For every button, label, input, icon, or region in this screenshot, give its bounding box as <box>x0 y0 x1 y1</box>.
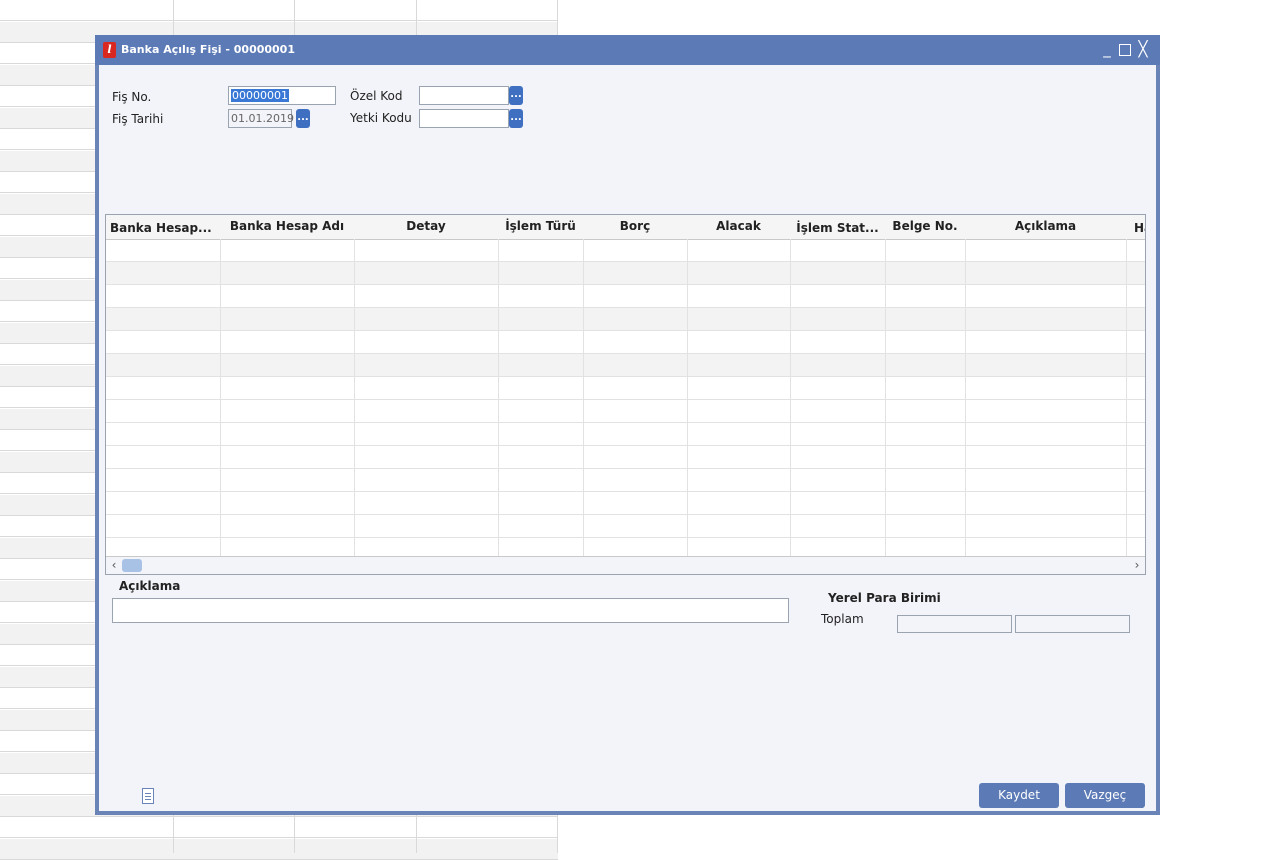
ozel-kod-field[interactable] <box>419 86 509 105</box>
close-button[interactable]: ╳ <box>1134 40 1152 58</box>
background-row <box>0 0 558 21</box>
column-header-borc[interactable]: Borç <box>583 215 687 239</box>
table-row[interactable] <box>106 331 1145 354</box>
table-row[interactable] <box>106 262 1145 285</box>
table-row[interactable] <box>106 446 1145 469</box>
document-icon[interactable] <box>142 788 154 804</box>
window-title: Banka Açılış Fişi - 00000001 <box>121 43 295 56</box>
scroll-thumb[interactable] <box>122 559 142 572</box>
fis-tarihi-field[interactable]: 01.01.2019 <box>228 109 294 128</box>
table-row[interactable] <box>106 377 1145 400</box>
grid-column-divider <box>220 239 221 574</box>
table-row[interactable] <box>106 469 1145 492</box>
background-row <box>0 838 558 860</box>
table-row[interactable] <box>106 354 1145 377</box>
column-header-banka-hesap-kodu[interactable]: Banka Hesap... <box>106 217 220 241</box>
window-titlebar[interactable]: l Banka Açılış Fişi - 00000001 _ ╳ <box>95 35 1160 65</box>
column-header-belge-no[interactable]: Belge No. <box>885 215 965 239</box>
column-header-hareket[interactable]: Ha <box>1126 217 1145 241</box>
table-row[interactable] <box>106 492 1145 515</box>
grid-header: Banka Hesap... Banka Hesap Adı Detay İşl… <box>106 215 1145 241</box>
grid-column-divider <box>687 239 688 574</box>
column-header-detay[interactable]: Detay <box>354 215 498 239</box>
aciklama-field[interactable] <box>112 598 789 623</box>
column-header-banka-hesap-adi[interactable]: Banka Hesap Adı <box>220 215 354 239</box>
table-row[interactable] <box>106 515 1145 538</box>
yetki-kodu-lookup-button[interactable]: ... <box>509 109 523 128</box>
yetki-kodu-field[interactable] <box>419 109 509 128</box>
yerel-para-birimi-heading: Yerel Para Birimi <box>828 591 941 605</box>
toplam-borc-field <box>897 615 1012 633</box>
fis-tarihi-lookup-button[interactable]: ... <box>296 109 310 128</box>
maximize-button[interactable] <box>1116 40 1134 58</box>
column-header-islem-statusu[interactable]: İşlem Stat... <box>790 217 885 241</box>
grid-column-divider <box>965 239 966 574</box>
grid-column-divider <box>790 239 791 574</box>
banka-acilis-fisi-window: l Banka Açılış Fişi - 00000001 _ ╳ Fiş N… <box>95 35 1160 815</box>
fis-no-field[interactable]: 00000001 <box>228 86 336 105</box>
column-header-aciklama[interactable]: Açıklama <box>965 215 1126 239</box>
grid-horizontal-scrollbar[interactable]: ‹ › <box>106 556 1145 574</box>
column-header-alacak[interactable]: Alacak <box>687 215 790 239</box>
toplam-label: Toplam <box>821 612 864 626</box>
fis-tarihi-label: Fiş Tarihi <box>112 112 164 126</box>
yetki-kodu-label: Yetki Kodu <box>350 111 412 125</box>
fis-no-value: 00000001 <box>231 89 289 102</box>
cancel-button[interactable]: Vazgeç <box>1065 783 1145 808</box>
grid-column-divider <box>885 239 886 574</box>
grid-column-divider <box>354 239 355 574</box>
table-row[interactable] <box>106 400 1145 423</box>
table-row[interactable] <box>106 308 1145 331</box>
scroll-left-icon[interactable]: ‹ <box>107 558 121 573</box>
minimize-button[interactable]: _ <box>1098 40 1116 58</box>
background-row <box>0 817 558 838</box>
scroll-right-icon[interactable]: › <box>1130 558 1144 573</box>
toplam-alacak-field <box>1015 615 1130 633</box>
grid-column-divider <box>498 239 499 574</box>
app-logo-icon: l <box>103 42 116 58</box>
grid-body[interactable] <box>106 239 1145 574</box>
aciklama-label: Açıklama <box>119 579 181 593</box>
column-header-islem-turu[interactable]: İşlem Türü <box>498 215 583 239</box>
grid-column-divider <box>1126 239 1127 574</box>
fis-no-label: Fiş No. <box>112 90 152 104</box>
transactions-grid[interactable]: Banka Hesap... Banka Hesap Adı Detay İşl… <box>105 214 1146 575</box>
ozel-kod-lookup-button[interactable]: ... <box>509 86 523 105</box>
table-row[interactable] <box>106 239 1145 262</box>
table-row[interactable] <box>106 285 1145 308</box>
table-row[interactable] <box>106 423 1145 446</box>
ozel-kod-label: Özel Kod <box>350 89 403 103</box>
grid-column-divider <box>583 239 584 574</box>
maximize-icon <box>1119 44 1131 56</box>
save-button[interactable]: Kaydet <box>979 783 1059 808</box>
dialog-body: Fiş No. 00000001 Fiş Tarihi 01.01.2019 .… <box>99 65 1156 811</box>
